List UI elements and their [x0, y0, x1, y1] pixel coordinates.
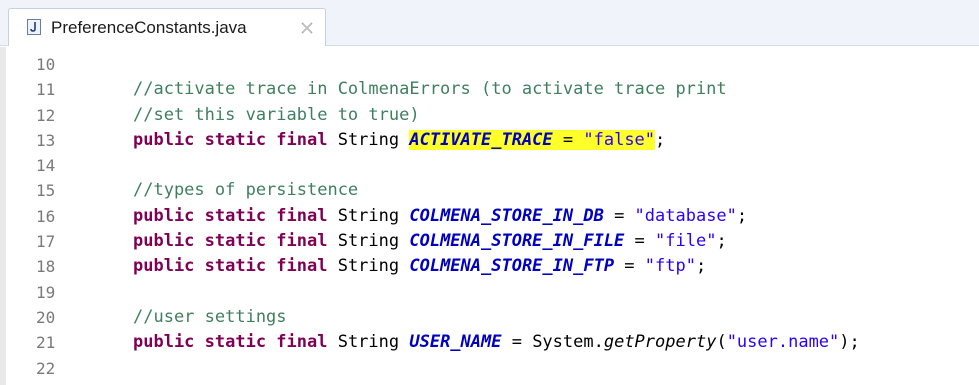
- line-number: 14: [36, 156, 56, 176]
- code-line[interactable]: 15 //types of persistence: [0, 178, 979, 203]
- code-keyword: public static final: [133, 256, 328, 277]
- code-line[interactable]: 18 public static final String COLMENA_STO…: [0, 254, 979, 279]
- code-text: (: [716, 332, 727, 353]
- code-area[interactable]: 10 11 //activate trace in ColmenaErrors (t…: [0, 52, 979, 381]
- line-number: 22: [36, 358, 56, 378]
- code-line[interactable]: 22: [0, 356, 979, 381]
- code-text: ;: [736, 205, 748, 226]
- code-keyword: public static final: [133, 332, 328, 353]
- line-text: public static final String USER_NAME = S…: [133, 330, 860, 355]
- code-string: "user.name": [726, 332, 840, 353]
- code-text: =: [614, 256, 645, 277]
- code-text: ;: [716, 231, 727, 252]
- code-keyword: public static final: [133, 205, 328, 226]
- line-number: 18: [36, 257, 56, 277]
- code-text: =: [552, 129, 584, 150]
- code-text: String: [327, 205, 410, 226]
- line-text: //set this variable to true): [133, 103, 420, 128]
- code-line[interactable]: 17 public static final String COLMENA_STO…: [0, 229, 979, 254]
- code-line[interactable]: 19: [0, 280, 979, 305]
- line-number: 15: [36, 181, 56, 201]
- line-number: 13: [36, 130, 56, 150]
- code-line[interactable]: 14: [0, 153, 979, 178]
- code-comment: //user settings: [133, 306, 287, 327]
- line-number: 17: [36, 232, 56, 252]
- code-field: COLMENA_STORE_IN_FILE: [409, 231, 625, 252]
- code-method: getProperty: [603, 332, 717, 353]
- code-string: "file": [655, 231, 717, 252]
- code-text: =: [624, 231, 656, 252]
- line-text: public static final String ACTIVATE_TRAC…: [133, 128, 665, 153]
- code-text: = System.: [501, 332, 604, 353]
- editor-tab[interactable]: PreferenceConstants.java: [8, 8, 326, 46]
- line-text: public static final String COLMENA_STORE…: [133, 254, 706, 279]
- code-line[interactable]: 11 //activate trace in ColmenaErrors (to …: [0, 77, 979, 102]
- line-number: 20: [36, 307, 56, 327]
- line-text: public static final String COLMENA_STORE…: [133, 204, 747, 229]
- editor-tab-bar: PreferenceConstants.java: [0, 0, 979, 46]
- line-text: //user settings: [133, 305, 287, 330]
- code-text: );: [839, 332, 860, 353]
- code-string: "false": [583, 129, 656, 150]
- code-field: COLMENA_STORE_IN_DB: [409, 205, 604, 226]
- code-field: COLMENA_STORE_IN_FTP: [409, 256, 615, 277]
- code-string: "ftp": [644, 256, 696, 277]
- code-string: "database": [634, 205, 737, 226]
- code-text: ;: [655, 129, 666, 150]
- code-text: String: [327, 332, 410, 353]
- code-comment: //activate trace in ColmenaErrors (to ac…: [133, 79, 727, 100]
- line-number: 12: [36, 105, 56, 125]
- code-text: String: [327, 256, 410, 277]
- line-text: //activate trace in ColmenaErrors (to ac…: [133, 77, 727, 102]
- line-number: 10: [36, 55, 56, 74]
- code-field: USER_NAME: [409, 332, 502, 353]
- code-keyword: public static final: [133, 129, 328, 150]
- line-text: public static final String COLMENA_STORE…: [133, 229, 727, 254]
- line-text: //types of persistence: [133, 178, 358, 203]
- code-line[interactable]: 12 //set this variable to true): [0, 103, 979, 128]
- code-line[interactable]: 16 public static final String COLMENA_STO…: [0, 204, 979, 229]
- code-text: =: [603, 205, 635, 226]
- line-number: 11: [36, 80, 56, 100]
- java-file-icon: [27, 19, 41, 35]
- code-field: ACTIVATE_TRACE: [409, 129, 553, 150]
- code-line[interactable]: 20 //user settings: [0, 305, 979, 330]
- code-line[interactable]: 10: [0, 52, 979, 77]
- code-comment: //set this variable to true): [133, 104, 420, 125]
- close-icon[interactable]: [299, 20, 315, 36]
- code-editor[interactable]: 10 11 //activate trace in ColmenaErrors (t…: [0, 47, 979, 385]
- line-number: 19: [36, 282, 56, 302]
- code-keyword: public static final: [133, 231, 328, 252]
- code-line[interactable]: 21 public static final String USER_NAME =…: [0, 330, 979, 355]
- tab-filename: PreferenceConstants.java: [51, 18, 247, 37]
- code-text: ;: [695, 256, 707, 277]
- code-text: String: [327, 231, 410, 252]
- line-number: 16: [36, 206, 56, 226]
- code-comment: //types of persistence: [133, 180, 359, 201]
- code-line[interactable]: 13 public static final String ACTIVATE_TR…: [0, 128, 979, 153]
- line-number: 21: [36, 333, 56, 353]
- code-text: String: [327, 129, 410, 150]
